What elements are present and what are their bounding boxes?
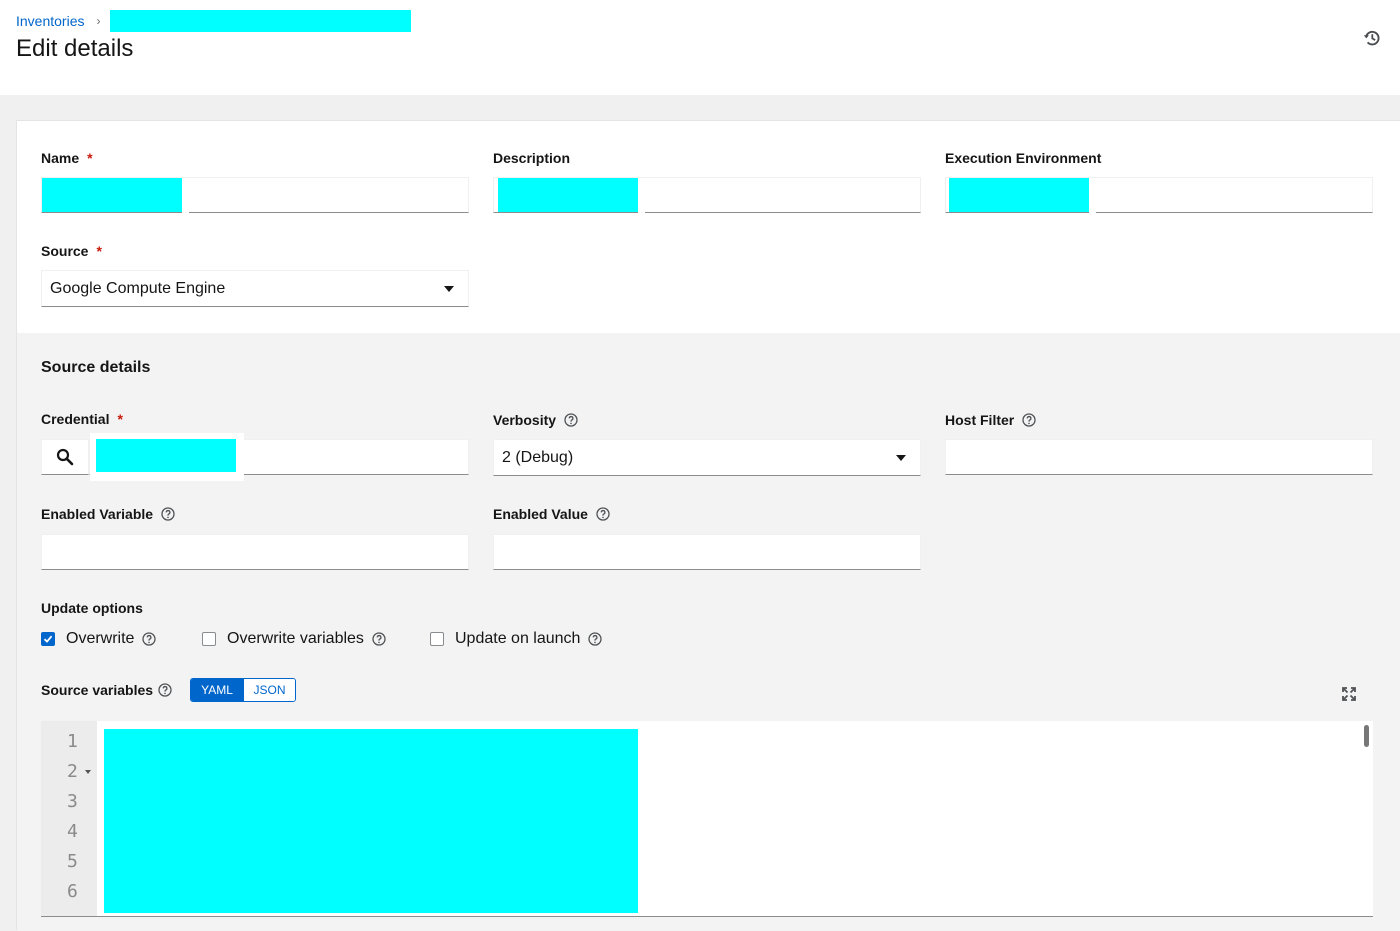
host-filter-label-text: Host Filter [945,412,1015,428]
search-icon [56,448,74,466]
description-label: Description [493,149,570,167]
question-circle-icon[interactable] [161,507,175,521]
overwrite-variables-checkbox[interactable] [202,632,216,646]
redaction-gap [638,721,646,916]
update-on-launch-option: Update on launch [430,630,603,648]
question-circle-icon[interactable] [158,683,172,697]
credential-value-redacted [96,439,236,472]
fold-caret-icon[interactable] [85,770,91,774]
name-value-redacted [42,178,182,212]
enabled-value-input[interactable] [493,534,921,570]
yaml-toggle-button[interactable]: YAML [191,679,243,701]
breadcrumb-separator-icon: › [96,14,101,28]
enabled-value-label: Enabled Value [493,505,610,523]
line-number: 6 [67,881,78,902]
verbosity-select[interactable]: 2 (Debug) [493,439,921,476]
verbosity-label: Verbosity [493,411,578,429]
source-variables-editor[interactable]: 1 2 3 4 5 6 [41,721,1373,917]
line-number: 4 [67,821,78,842]
enabled-variable-input[interactable] [41,534,469,570]
json-toggle-button[interactable]: JSON [243,679,295,701]
line-number: 1 [67,731,78,752]
source-variables-label-text: Source variables [41,682,154,698]
breadcrumb: Inventories › [16,10,412,32]
execution-environment-value-redacted [949,178,1089,212]
source-label-text: Source [41,243,89,259]
execution-environment-label: Execution Environment [945,149,1101,167]
host-filter-input[interactable] [945,439,1373,475]
required-mark: * [117,411,123,427]
verbosity-label-text: Verbosity [493,412,557,428]
execution-environment-input[interactable] [945,177,1373,214]
caret-down-icon [444,286,454,292]
edit-form-card: Name * Description Execution Environment… [16,120,1400,931]
overwrite-variables-option: Overwrite variables [202,630,386,648]
credential-label: Credential * [41,410,123,428]
description-label-text: Description [493,150,571,166]
description-value-redacted [498,178,638,212]
name-label: Name * [41,149,93,167]
redaction-gap [638,178,645,214]
redaction-gap [1089,178,1096,214]
description-input[interactable] [493,177,921,214]
line-number-gutter: 1 2 3 4 5 6 [41,721,97,916]
update-options-label: Update options [41,599,143,617]
question-circle-icon[interactable] [588,632,603,646]
editor-scrollbar[interactable] [1364,725,1369,747]
page-header: Inventories › Edit details [0,0,1400,95]
breadcrumb-inventories-link[interactable]: Inventories [16,13,84,29]
caret-down-icon [896,455,906,461]
update-on-launch-label[interactable]: Update on launch [455,630,580,648]
breadcrumb-current-redacted [110,10,412,32]
question-circle-icon[interactable] [142,632,157,646]
line-number: 5 [67,851,78,872]
update-on-launch-checkbox[interactable] [430,632,444,646]
expand-icon[interactable] [1341,686,1357,702]
name-input[interactable] [41,177,469,214]
credential-label-text: Credential [41,411,110,427]
overwrite-label[interactable]: Overwrite [66,630,134,648]
checkmark-icon [43,635,53,643]
question-circle-icon[interactable] [564,413,578,427]
source-details-section: Source details Credential * Verbosity 2 … [17,333,1400,931]
required-mark: * [87,150,93,166]
redaction-gap [182,178,189,214]
update-options-label-text: Update options [41,600,143,616]
source-variables-label: Source variables [41,681,172,699]
verbosity-select-value: 2 (Debug) [502,448,574,466]
source-label: Source * [41,242,102,260]
enabled-variable-label-text: Enabled Variable [41,506,154,522]
overwrite-option: Overwrite [41,630,157,648]
line-number: 2 [67,761,78,782]
overwrite-variables-label[interactable]: Overwrite variables [227,630,364,648]
credential-search-button[interactable] [41,439,89,475]
history-icon[interactable] [1362,28,1382,48]
page-title: Edit details [16,35,134,62]
enabled-value-label-text: Enabled Value [493,506,588,522]
question-circle-icon[interactable] [1022,413,1036,427]
host-filter-label: Host Filter [945,411,1036,429]
overwrite-checkbox[interactable] [41,632,55,646]
required-mark: * [96,243,102,259]
source-variables-content-redacted [104,729,638,913]
basic-details-section: Name * Description Execution Environment… [17,121,1400,333]
source-select[interactable]: Google Compute Engine [41,270,469,307]
source-select-value: Google Compute Engine [50,279,226,297]
credential-chip[interactable] [90,433,244,481]
question-circle-icon[interactable] [372,632,386,646]
line-number: 3 [67,791,78,812]
source-details-title: Source details [41,359,151,376]
format-toggle: YAML JSON [190,678,296,702]
question-circle-icon[interactable] [596,507,610,521]
execution-environment-label-text: Execution Environment [945,150,1102,166]
enabled-variable-label: Enabled Variable [41,505,175,523]
name-label-text: Name [41,150,80,166]
